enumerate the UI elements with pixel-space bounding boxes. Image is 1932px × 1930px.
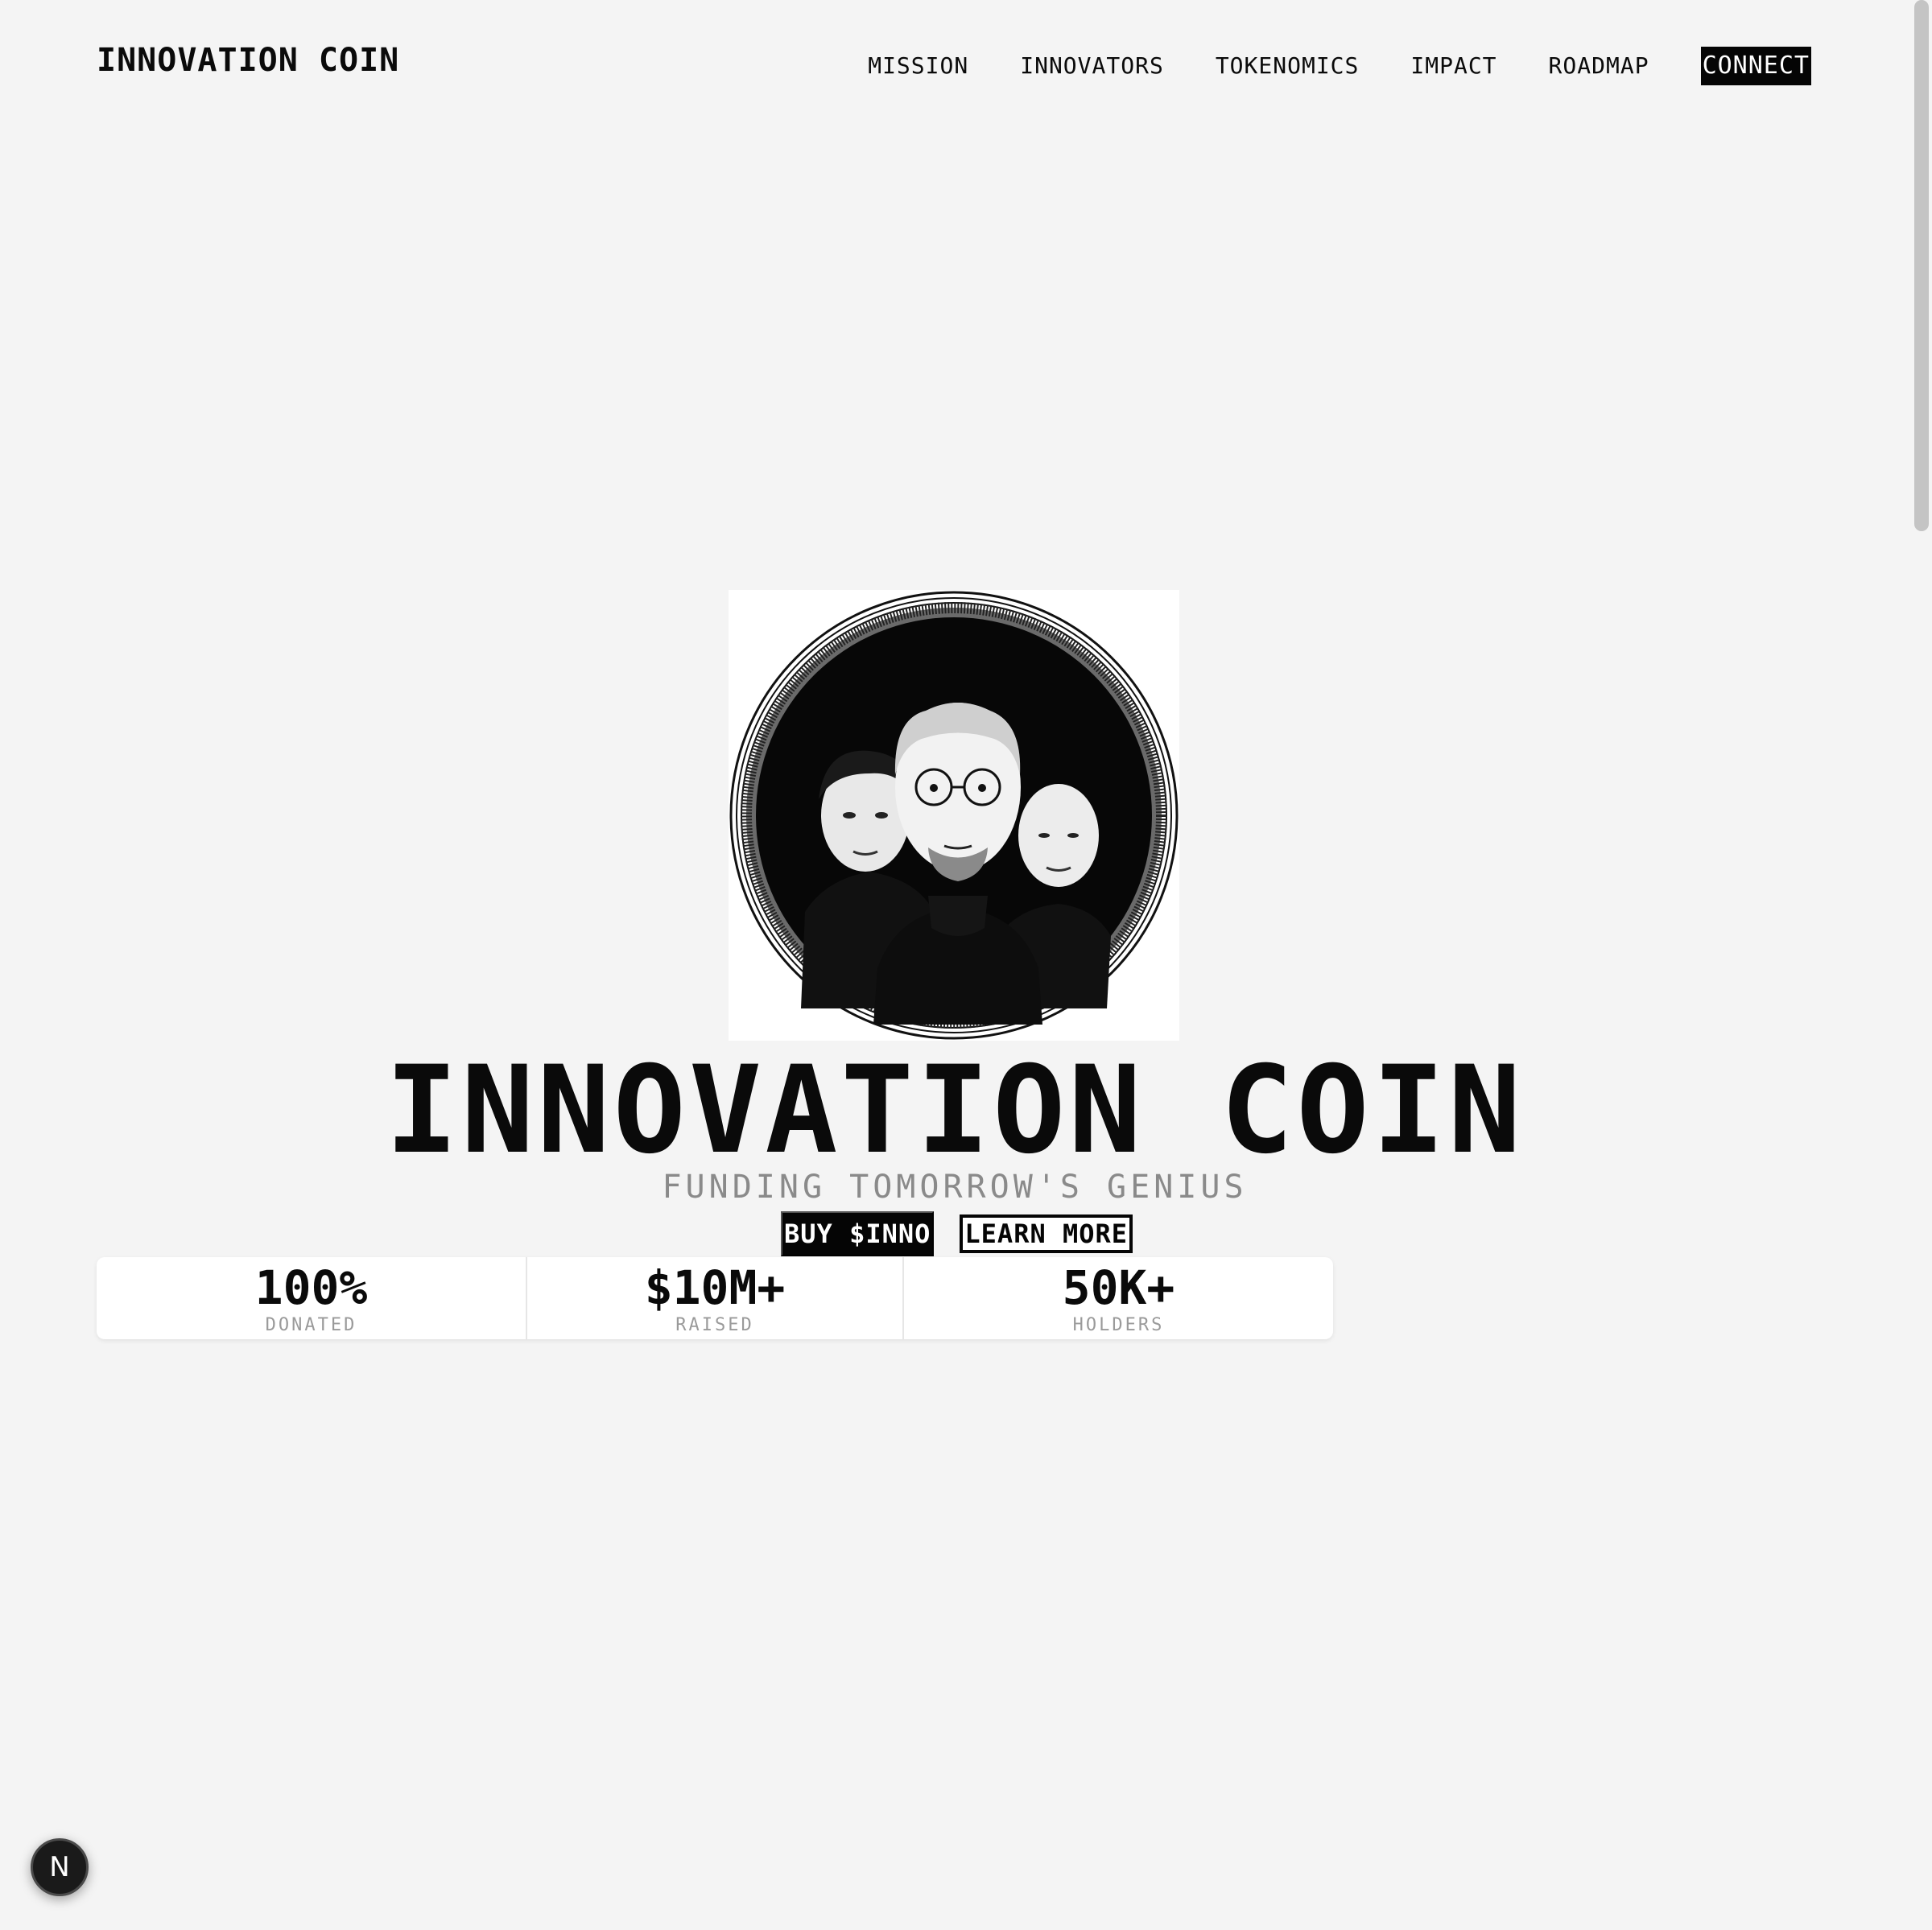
hero-title: INNOVATION COIN	[385, 1041, 1525, 1181]
nav-link-tokenomics[interactable]: TOKENOMICS	[1216, 48, 1360, 84]
stat-label: HOLDERS	[1072, 1315, 1165, 1335]
stat-donated: 100% DONATED	[97, 1257, 526, 1339]
hero-subtitle: FUNDING TOMORROW'S GENIUS	[662, 1169, 1248, 1206]
stat-label: RAISED	[675, 1315, 754, 1335]
stats-card: 100% DONATED $10M+ RAISED 50K+ HOLDERS	[97, 1257, 1333, 1339]
nav-link-innovators[interactable]: INNOVATORS	[1020, 48, 1164, 84]
stat-value: 50K+	[1062, 1260, 1175, 1315]
stat-raised: $10M+ RAISED	[526, 1257, 902, 1339]
nav-link-roadmap[interactable]: ROADMAP	[1549, 48, 1649, 84]
nextjs-dev-badge-icon[interactable]: N	[31, 1838, 89, 1896]
connect-button[interactable]: CONNECT	[1700, 47, 1811, 85]
nav-link-mission[interactable]: MISSION	[868, 48, 968, 84]
stat-value: 100%	[254, 1260, 368, 1315]
badge-letter: N	[49, 1851, 70, 1883]
page: INNOVATION COIN MISSION INNOVATORS TOKEN…	[0, 0, 1932, 1930]
hero-coin-image	[729, 590, 1179, 1041]
scrollbar-thumb[interactable]	[1914, 0, 1929, 531]
nav-link-impact[interactable]: IMPACT	[1410, 48, 1496, 84]
coin-portrait-illustration	[729, 591, 1179, 1040]
learn-more-button[interactable]: LEARN MORE	[960, 1214, 1133, 1253]
stat-value: $10M+	[644, 1260, 786, 1315]
buy-inno-button[interactable]: BUY $INNO	[781, 1211, 935, 1256]
hero-cta-group: BUY $INNO LEARN MORE	[781, 1211, 1133, 1256]
stat-label: DONATED	[265, 1315, 357, 1335]
stat-holders: 50K+ HOLDERS	[902, 1257, 1333, 1339]
site-logo[interactable]: INNOVATION COIN	[97, 42, 399, 79]
main-nav: MISSION INNOVATORS TOKENOMICS IMPACT ROA…	[805, 47, 1811, 85]
page-scrollbar[interactable]	[1909, 0, 1932, 1930]
